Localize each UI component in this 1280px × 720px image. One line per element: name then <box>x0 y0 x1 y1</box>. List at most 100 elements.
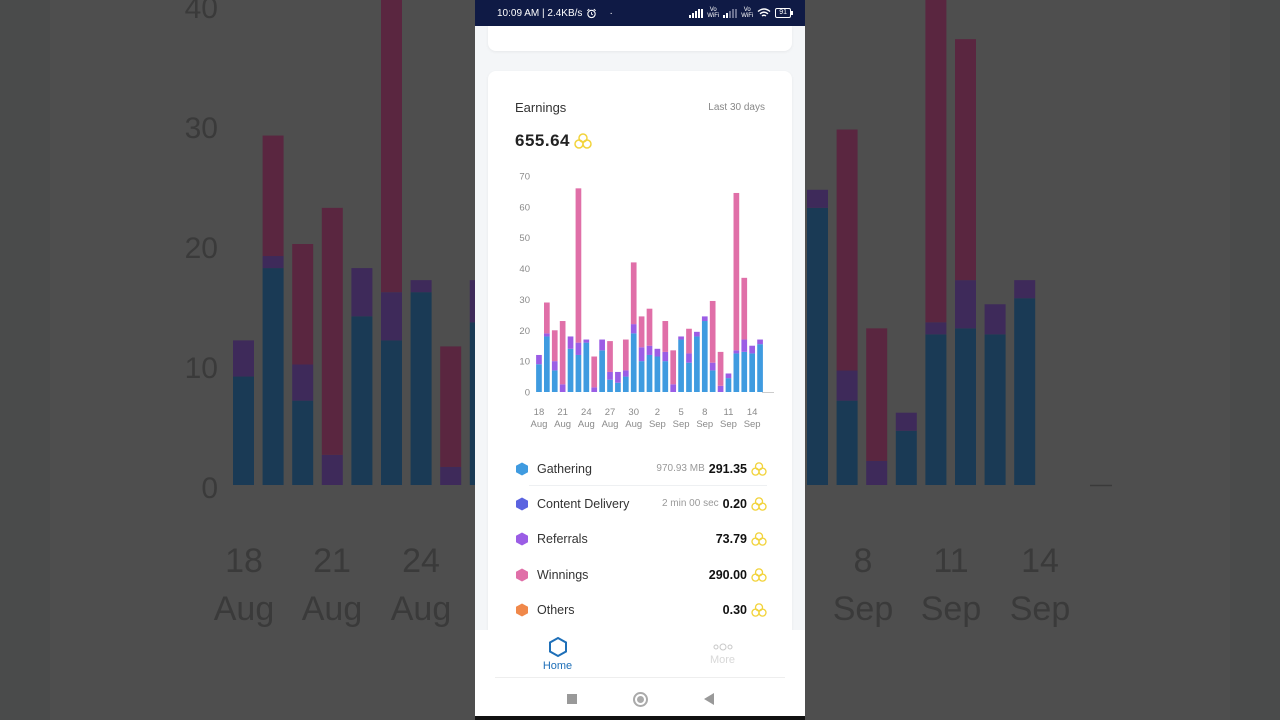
earnings-legend: Gathering 970.93 MB 291.35 Content Delivery… <box>515 451 767 627</box>
bar-segment-winnings[interactable] <box>638 316 645 348</box>
bar-segment-winnings[interactable] <box>741 277 748 340</box>
bar-segment-winnings[interactable] <box>733 192 740 351</box>
bar-segment-winnings[interactable] <box>630 262 637 325</box>
bar-segment-winnings[interactable] <box>686 328 692 354</box>
bar-segment-referrals[interactable] <box>591 387 598 392</box>
bar-segment-referrals[interactable] <box>536 354 542 365</box>
bar-segment-gathering[interactable] <box>583 342 590 392</box>
bar-segment-gathering[interactable] <box>638 361 645 392</box>
bar-segment-gathering[interactable] <box>544 336 550 392</box>
bar-segment-referrals[interactable] <box>725 373 732 379</box>
bar-segment-winnings[interactable] <box>717 351 724 386</box>
nav-more[interactable]: More <box>640 630 805 678</box>
bar-segment-winnings[interactable] <box>662 321 669 352</box>
bar-segment-referrals[interactable] <box>709 362 716 371</box>
bar-segment-referrals[interactable] <box>749 345 755 354</box>
bar-segment-winnings[interactable] <box>709 300 716 363</box>
nav-home[interactable]: Home <box>475 630 640 678</box>
bar-segment-gathering[interactable] <box>654 356 661 392</box>
bg-x-tick-day: 18 <box>225 542 263 580</box>
bar-segment-winnings[interactable] <box>559 321 566 385</box>
bar-segment-gathering[interactable] <box>709 370 716 392</box>
bg-bar-segment <box>955 280 976 329</box>
bar-segment-winnings[interactable] <box>646 308 653 346</box>
bar-segment-gathering[interactable] <box>622 376 629 392</box>
bar-segment-gathering[interactable] <box>551 370 558 392</box>
bar-segment-referrals[interactable] <box>757 339 763 345</box>
bar-segment-referrals[interactable] <box>575 342 582 355</box>
bar-segment-referrals[interactable] <box>670 384 677 392</box>
legend-row-winnings[interactable]: Winnings 290.00 <box>515 557 767 592</box>
bar-segment-referrals[interactable] <box>615 371 621 383</box>
circle-icon[interactable] <box>632 691 648 707</box>
bg-bar-segment <box>381 292 402 341</box>
legend-row-gathering[interactable]: Gathering 970.93 MB 291.35 <box>515 451 767 487</box>
bar-segment-referrals[interactable] <box>662 351 669 362</box>
legend-row-others[interactable]: Others 0.30 <box>515 592 767 627</box>
x-tick-label-month: Sep <box>744 419 761 430</box>
bar-segment-gathering[interactable] <box>741 351 748 392</box>
phone-screen: 10:09 AM | 2.4KB/s · Vo WiFi Vo WiFi 91 Ea… <box>475 0 805 720</box>
bar-segment-gathering[interactable] <box>694 336 700 392</box>
bar-segment-referrals[interactable] <box>654 348 661 357</box>
bar-segment-referrals[interactable] <box>741 339 748 352</box>
legend-row-content-delivery[interactable]: Content Delivery 2 min 00 sec 0.20 <box>515 486 767 521</box>
bar-segment-referrals[interactable] <box>717 385 724 392</box>
bar-segment-referrals[interactable] <box>599 339 605 351</box>
bar-segment-referrals[interactable] <box>567 336 574 349</box>
date-range-selector[interactable]: Last 30 days <box>708 102 765 113</box>
bg-bar-segment <box>292 400 314 485</box>
bar-segment-referrals[interactable] <box>544 333 550 337</box>
bar-segment-referrals[interactable] <box>551 361 558 371</box>
legend-row-referrals[interactable]: Referrals 73.79 <box>515 522 767 557</box>
bar-segment-gathering[interactable] <box>749 353 755 392</box>
bar-segment-referrals[interactable] <box>701 316 708 322</box>
bar-segment-referrals[interactable] <box>686 353 692 363</box>
screen-bottom-edge <box>475 716 805 720</box>
bg-bar-segment <box>925 334 947 485</box>
bar-segment-referrals[interactable] <box>559 384 566 392</box>
bar-segment-gathering[interactable] <box>607 379 613 392</box>
bg-bar-segment <box>351 268 373 317</box>
x-tick-label-day: 27 <box>605 407 616 418</box>
bg-bar-segment <box>321 454 343 485</box>
bar-segment-referrals[interactable] <box>607 371 613 380</box>
bar-segment-winnings[interactable] <box>607 341 613 372</box>
bar-segment-gathering[interactable] <box>725 378 732 392</box>
bar-segment-winnings[interactable] <box>591 356 598 388</box>
bar-segment-gathering[interactable] <box>662 361 669 392</box>
bar-segment-referrals[interactable] <box>646 345 653 355</box>
bar-segment-gathering[interactable] <box>536 364 542 392</box>
legend-sub: 970.93 MB <box>656 463 705 475</box>
bar-segment-winnings[interactable] <box>551 330 558 362</box>
bg-bar-segment <box>925 322 947 335</box>
bar-segment-gathering[interactable] <box>678 339 684 392</box>
bar-segment-gathering[interactable] <box>630 333 637 392</box>
bar-segment-referrals[interactable] <box>678 336 684 340</box>
bar-segment-gathering[interactable] <box>615 382 621 392</box>
bar-segment-winnings[interactable] <box>622 339 629 371</box>
bar-segment-referrals[interactable] <box>622 370 629 377</box>
bar-segment-gathering[interactable] <box>575 354 582 392</box>
bar-segment-winnings[interactable] <box>544 302 550 334</box>
bar-segment-gathering[interactable] <box>599 350 605 392</box>
bar-segment-gathering[interactable] <box>701 321 708 392</box>
bar-segment-winnings[interactable] <box>575 188 582 343</box>
bar-segment-gathering[interactable] <box>686 362 692 392</box>
square-icon[interactable] <box>566 694 577 704</box>
bar-segment-gathering[interactable] <box>567 348 574 392</box>
bar-segment-referrals[interactable] <box>694 331 700 337</box>
bg-bar-segment <box>1014 298 1036 485</box>
bar-segment-referrals[interactable] <box>583 339 590 343</box>
bar-segment-gathering[interactable] <box>646 354 653 392</box>
bar-segment-referrals[interactable] <box>638 347 645 362</box>
bar-segment-gathering[interactable] <box>757 344 763 392</box>
bar-segment-winnings[interactable] <box>670 350 677 385</box>
triangle-back-icon[interactable] <box>703 693 714 705</box>
bar-segment-referrals[interactable] <box>733 350 740 354</box>
x-tick-label-day: 8 <box>702 407 707 418</box>
bar-segment-referrals[interactable] <box>630 324 637 334</box>
nav-home-label: Home <box>542 660 573 672</box>
bar-segment-gathering[interactable] <box>733 353 740 392</box>
bg-y-tick: 0 <box>201 472 218 505</box>
